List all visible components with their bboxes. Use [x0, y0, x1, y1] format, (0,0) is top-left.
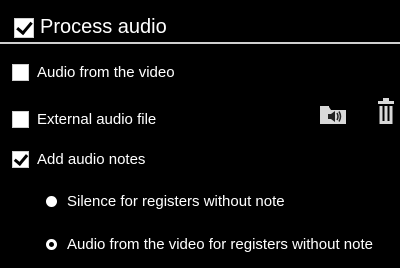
audio-from-video-option[interactable]: Audio from the video	[12, 64, 175, 81]
radio-video-audio-label: Audio from the video for registers witho…	[67, 236, 373, 253]
process-audio-checkbox[interactable]	[14, 17, 34, 38]
external-audio-option[interactable]: External audio file	[12, 111, 156, 128]
process-audio-label: Process audio	[40, 16, 167, 38]
add-audio-notes-checkbox[interactable]	[12, 151, 29, 168]
audio-from-video-label: Audio from the video	[37, 64, 175, 81]
folder-audio-icon[interactable]	[318, 103, 348, 125]
process-audio-checkbox-row[interactable]: Process audio	[14, 16, 167, 39]
add-audio-notes-label: Add audio notes	[37, 151, 146, 168]
radio-video-audio[interactable]	[46, 239, 57, 250]
external-audio-label: External audio file	[37, 111, 157, 128]
trash-icon[interactable]	[376, 97, 396, 125]
radio-video-audio-option[interactable]: Audio from the video for registers witho…	[46, 236, 373, 253]
radio-silence-label: Silence for registers without note	[67, 193, 285, 210]
external-audio-checkbox[interactable]	[12, 111, 29, 128]
audio-from-video-checkbox[interactable]	[12, 64, 29, 81]
section-divider	[0, 42, 400, 44]
radio-silence-option[interactable]: Silence for registers without note	[46, 193, 285, 210]
radio-silence[interactable]	[46, 196, 57, 207]
add-audio-notes-option[interactable]: Add audio notes	[12, 151, 145, 168]
